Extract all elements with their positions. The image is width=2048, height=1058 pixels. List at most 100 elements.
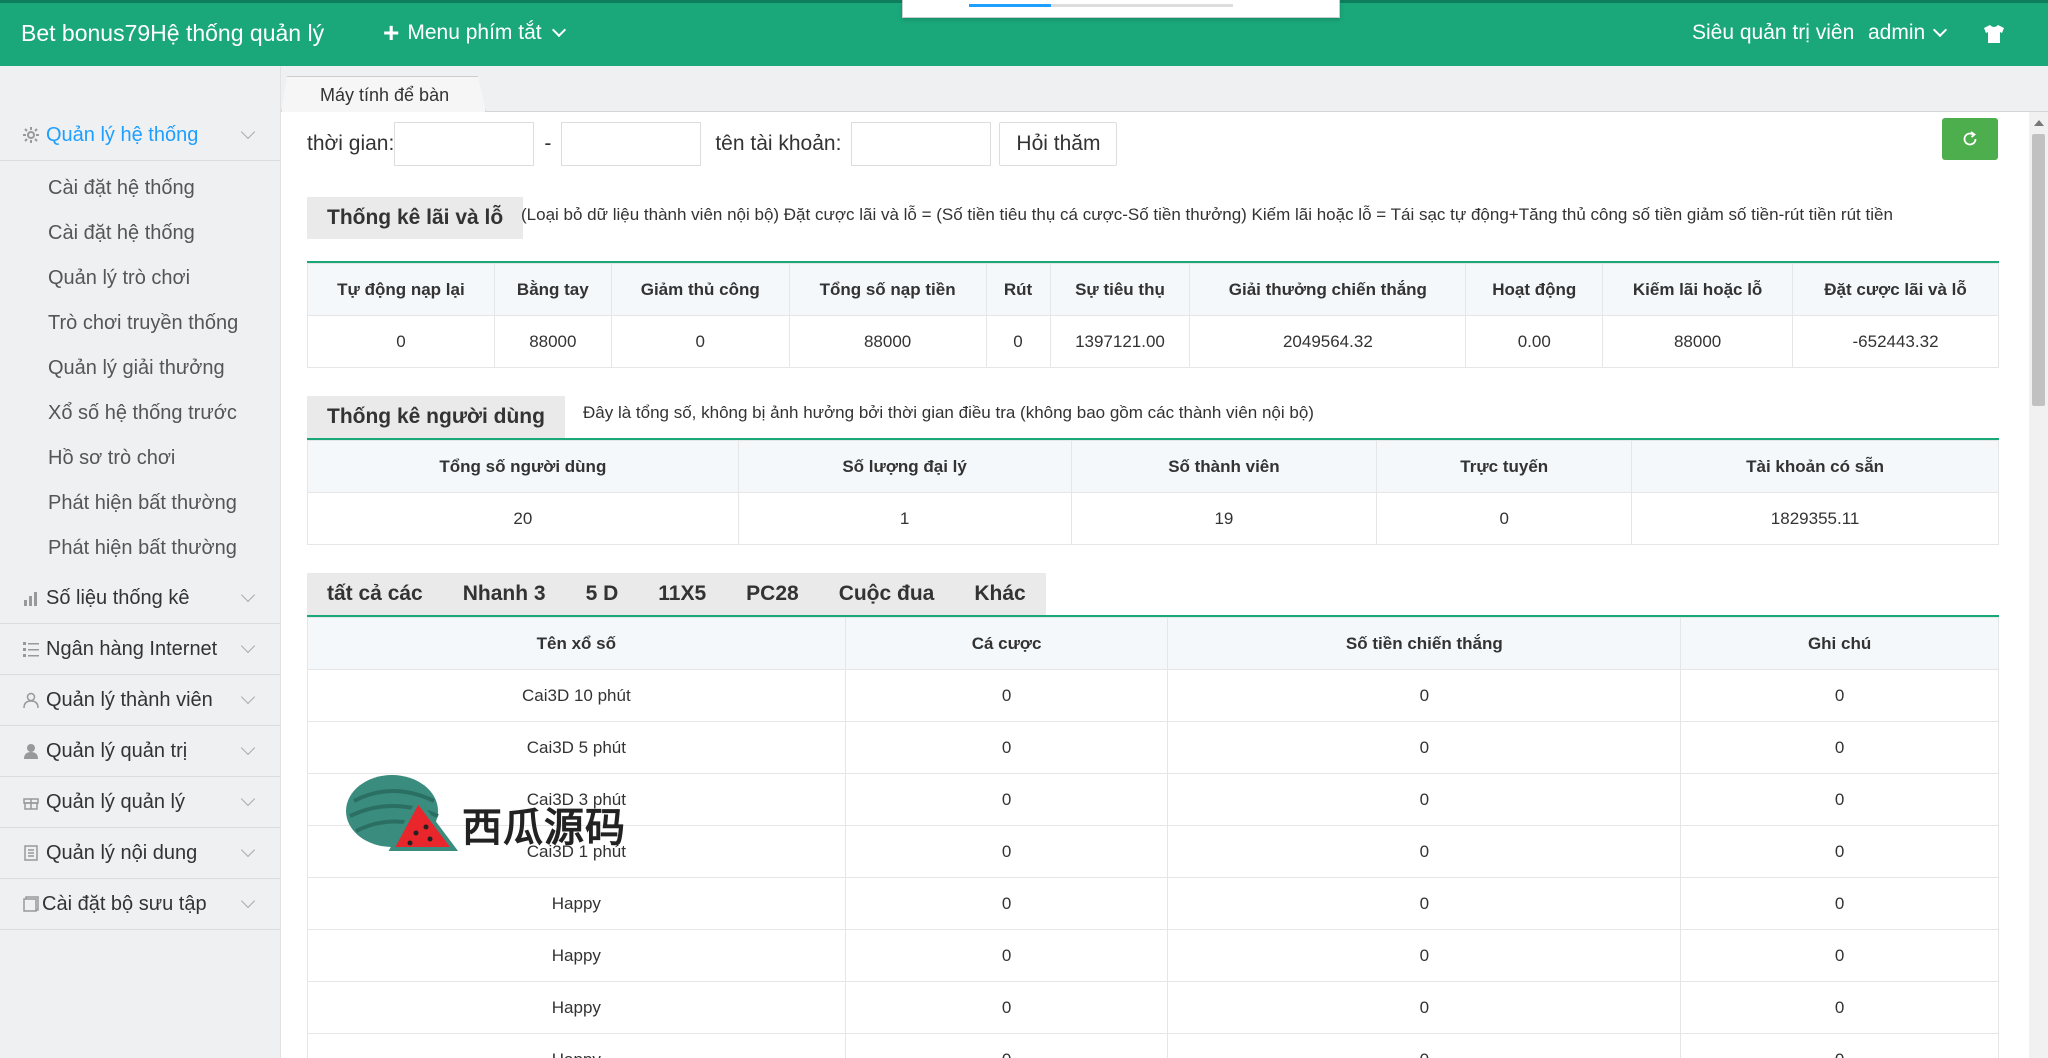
watermark-text: 西瓜源码 [462, 805, 626, 851]
column-header: Cá cược [844, 617, 1169, 670]
vertical-scrollbar[interactable] [2029, 112, 2048, 1058]
table-cell: 0 [1680, 929, 1999, 982]
sidebar-group-collection[interactable]: Cài đặt bộ sưu tập [0, 879, 281, 930]
sidebar-group-label: Quản lý hệ thống [46, 123, 199, 146]
sidebar-group-label: Quản lý nội dung [46, 841, 198, 864]
users-table: Tổng số người dùng Số lượng đại lý Số th… [307, 440, 1999, 545]
table-cell: 0 [1167, 773, 1682, 826]
column-header: Rút [985, 263, 1051, 316]
table-cell: 0 [1680, 669, 1999, 722]
account-input[interactable] [851, 122, 992, 166]
sidebar-group-internet-bank[interactable]: Ngân hàng Internet [0, 624, 281, 675]
filter-bar: thời gian: - tên tài khoản: Hỏi thăm [307, 122, 1118, 166]
loading-track [969, 4, 1233, 7]
table-cell: 1397121.00 [1049, 315, 1191, 368]
profit-section-title: Thống kê lãi và lỗ [307, 197, 524, 239]
column-header: Số tiền chiến thắng [1167, 617, 1682, 670]
table-cell: 0 [1680, 721, 1999, 774]
table-cell: 88000 [493, 315, 612, 368]
sidebar-group-managers[interactable]: Quản lý quản lý [0, 777, 281, 828]
table-cell: 0 [985, 315, 1051, 368]
table-cell: 0.00 [1465, 315, 1604, 368]
sidebar-item-game-records[interactable]: Hồ sơ trò chơi [48, 447, 175, 470]
sidebar-item-system-settings-2[interactable]: Cài đặt hệ thống [48, 222, 195, 245]
query-button[interactable]: Hỏi thăm [999, 122, 1118, 166]
lottery-tab-5d[interactable]: 5 D [566, 582, 639, 606]
scrollbar-thumb[interactable] [2032, 134, 2045, 406]
sidebar-group-content[interactable]: Quản lý nội dung [0, 828, 281, 879]
sidebar-item-previous-draws[interactable]: Xổ số hệ thống trước [48, 402, 237, 425]
table-cell: 0 [844, 825, 1169, 878]
scroll-up-arrow-icon[interactable] [2034, 120, 2044, 126]
chevron-down-icon [240, 740, 256, 756]
column-header: Sự tiêu thụ [1049, 263, 1191, 316]
column-header: Hoạt động [1465, 263, 1604, 316]
sidebar-group-label: Cài đặt bộ sưu tập [42, 892, 207, 915]
watermark: 西瓜源码 [344, 771, 644, 861]
table-cell: 0 [844, 773, 1169, 826]
table-row: 20 1 19 0 1829355.11 [307, 492, 1999, 545]
chevron-down-icon [240, 842, 256, 858]
document-icon [22, 844, 40, 862]
sidebar-item-game-management[interactable]: Quản lý trò chơi [48, 267, 190, 290]
sidebar-item-prize-management[interactable]: Quản lý giải thưởng [48, 357, 225, 380]
app-title[interactable]: Bet bonus79Hệ thống quản lý [21, 20, 324, 47]
shortcut-menu-button[interactable]: + Menu phím tắt [383, 19, 566, 47]
column-header: Ghi chú [1680, 617, 1999, 670]
column-header: Bằng tay [493, 263, 612, 316]
table-cell: Happy [307, 1033, 846, 1058]
sidebar-group-label: Quản lý quản trị [46, 739, 188, 762]
lottery-tab-fast3[interactable]: Nhanh 3 [443, 582, 566, 606]
user-menu-button[interactable]: admin [1868, 21, 1948, 45]
lottery-tab-pc28[interactable]: PC28 [726, 582, 819, 606]
sidebar-group-system[interactable]: Quản lý hệ thống [0, 110, 281, 161]
users-section-note: Đây là tổng số, không bị ảnh hưởng bởi t… [583, 403, 1314, 422]
sidebar-item-traditional-games[interactable]: Trò chơi truyền thống [48, 312, 238, 335]
column-header: Số thành viên [1070, 440, 1378, 493]
lottery-tab-other[interactable]: Khác [954, 582, 1045, 606]
chevron-down-icon [1933, 22, 1948, 38]
tab-desktop[interactable]: Máy tính để bàn [281, 76, 487, 113]
sidebar-item-system-settings[interactable]: Cài đặt hệ thống [48, 177, 195, 200]
table-cell: 0 [844, 929, 1169, 982]
chevron-down-icon [240, 124, 256, 140]
table-cell: Happy [307, 929, 846, 982]
column-header: Tự động nạp lại [307, 263, 495, 316]
time-separator: - [544, 132, 552, 155]
table-cell: 0 [1167, 981, 1682, 1034]
table-row: Happy000 [307, 1033, 1999, 1058]
table-cell: 88000 [1602, 315, 1794, 368]
shortcut-menu-label: Menu phím tắt [407, 21, 542, 44]
lottery-tab-11x5[interactable]: 11X5 [638, 582, 726, 606]
sidebar-group-admins[interactable]: Quản lý quản trị [0, 726, 281, 777]
start-time-input[interactable] [394, 122, 535, 166]
shirt-icon[interactable] [1983, 24, 2005, 49]
table-cell: 0 [1680, 825, 1999, 878]
table-cell: 0 [610, 315, 790, 368]
table-cell: 0 [844, 981, 1169, 1034]
watermelon-logo-icon [346, 775, 458, 851]
lottery-tab-race[interactable]: Cuộc đua [819, 582, 955, 606]
sidebar-group-statistics[interactable]: Số liệu thống kê [0, 573, 281, 624]
profit-table: Tự động nạp lại Bằng tay Giảm thủ công T… [307, 263, 1999, 368]
refresh-button[interactable] [1942, 118, 1998, 160]
main-content: thời gian: - tên tài khoản: Hỏi thăm Thố… [281, 112, 2029, 1058]
lottery-tab-all[interactable]: tất cả các [307, 582, 443, 606]
end-time-input[interactable] [561, 122, 702, 166]
table-cell: 0 [1680, 981, 1999, 1034]
account-label: tên tài khoản: [715, 132, 842, 155]
table-row: Cai3D 5 phút 0 0 0 [307, 721, 1999, 774]
table-cell: 19 [1070, 492, 1378, 545]
sidebar-group-members[interactable]: Quản lý thành viên [0, 675, 281, 726]
table-row: Cai3D 10 phút 0 0 0 [307, 669, 1999, 722]
user-icon [22, 742, 40, 760]
table-cell: 20 [307, 492, 739, 545]
table-row: Happy000 [307, 877, 1999, 930]
sidebar-group-label: Quản lý thành viên [46, 688, 213, 711]
sidebar-item-anomaly-detection-2[interactable]: Phát hiện bất thường [48, 537, 237, 560]
chevron-down-icon [240, 587, 256, 603]
table-cell: 0 [1680, 773, 1999, 826]
gear-icon [22, 126, 40, 144]
table-cell: 0 [1167, 825, 1682, 878]
sidebar-item-anomaly-detection[interactable]: Phát hiện bất thường [48, 492, 237, 515]
